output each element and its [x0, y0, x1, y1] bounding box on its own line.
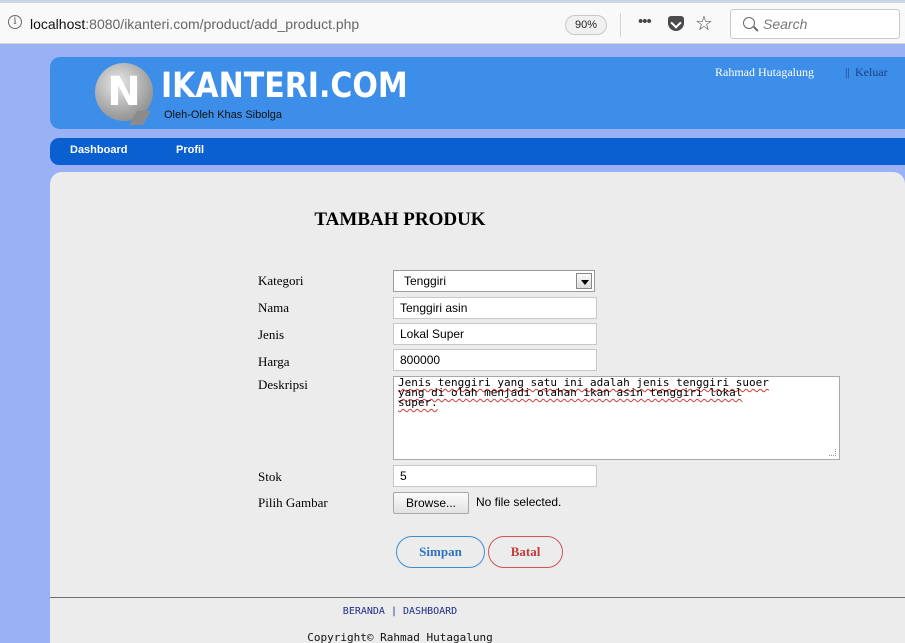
browse-button[interactable]: Browse...: [393, 492, 469, 514]
stok-input[interactable]: 5: [393, 465, 597, 487]
nav-item-dashboard[interactable]: Dashboard: [70, 144, 127, 156]
deskripsi-textarea[interactable]: Jenis tenggiri yang satu ini adalah jeni…: [393, 376, 840, 460]
kategori-label: Kategori: [258, 273, 304, 288]
kategori-selected-value: Tenggiri: [404, 274, 447, 288]
browser-toolbar: i localhost:8080/ikanteri.com/product/ad…: [0, 0, 905, 44]
harga-input[interactable]: 800000: [393, 349, 597, 371]
form-title: TAMBAH PRODUK: [314, 209, 486, 230]
user-name-link[interactable]: Rahmad Hutagalung: [715, 65, 814, 80]
pocket-icon[interactable]: [668, 16, 684, 31]
logo-icon[interactable]: N: [95, 63, 153, 125]
browser-search-input[interactable]: Search: [730, 9, 900, 39]
file-status-text: No file selected.: [476, 495, 562, 509]
stok-label: Stok: [258, 469, 282, 484]
nama-input[interactable]: Tenggiri asin: [393, 297, 597, 319]
main-nav: Dashboard Profil: [50, 138, 905, 165]
footer-links: BERANDA | DASHBOARD: [50, 606, 750, 617]
search-icon: [743, 17, 755, 29]
logout-link[interactable]: Keluar: [855, 65, 888, 80]
deskripsi-line: yang di olah menjadi olahan ikan asin te…: [398, 386, 743, 399]
nav-item-profil[interactable]: Profil: [176, 144, 204, 156]
jenis-label: Jenis: [258, 327, 284, 342]
pilih-gambar-label: Pilih Gambar: [258, 495, 328, 510]
footer-divider: [50, 597, 905, 598]
search-placeholder: Search: [763, 16, 808, 32]
save-button[interactable]: Simpan: [396, 536, 485, 568]
site-title[interactable]: IKANTERI.COM: [161, 66, 408, 106]
address-bar[interactable]: localhost:8080/ikanteri.com/product/add_…: [30, 16, 359, 32]
logo-letter: N: [107, 69, 141, 115]
site-info-icon[interactable]: i: [8, 15, 22, 29]
zoom-level-badge[interactable]: 90%: [565, 15, 607, 35]
toolbar-divider: [620, 13, 621, 37]
nama-label: Nama: [258, 300, 290, 315]
url-path: :8080/ikanteri.com/product/add_product.p…: [85, 16, 360, 32]
footer-link-separator: |: [384, 606, 404, 617]
footer-link-beranda[interactable]: BERANDA: [343, 606, 385, 617]
footer-link-dashboard[interactable]: DASHBOARD: [403, 606, 457, 617]
site-header: N IKANTERI.COM Oleh-Oleh Khas Sibolga Ra…: [50, 57, 905, 129]
site-tagline: Oleh-Oleh Khas Sibolga: [164, 109, 283, 121]
harga-label: Harga: [258, 354, 290, 369]
jenis-input[interactable]: Lokal Super: [393, 323, 597, 345]
user-menu-separator: ||: [845, 65, 850, 79]
kategori-select[interactable]: Tenggiri: [393, 270, 595, 292]
url-host: localhost: [30, 16, 86, 32]
footer-copyright: Copyright© Rahmad Hutagalung: [307, 631, 493, 643]
content-panel: TAMBAH PRODUK Kategori Tenggiri Nama Ten…: [50, 172, 905, 643]
deskripsi-line: super.: [398, 396, 438, 409]
resize-grip-icon[interactable]: [829, 449, 836, 456]
bookmark-star-icon[interactable]: ☆: [695, 11, 713, 36]
more-actions-icon[interactable]: •••: [638, 13, 652, 30]
chevron-down-icon[interactable]: [576, 273, 592, 289]
deskripsi-label: Deskripsi: [258, 377, 308, 392]
cancel-button[interactable]: Batal: [488, 536, 563, 568]
